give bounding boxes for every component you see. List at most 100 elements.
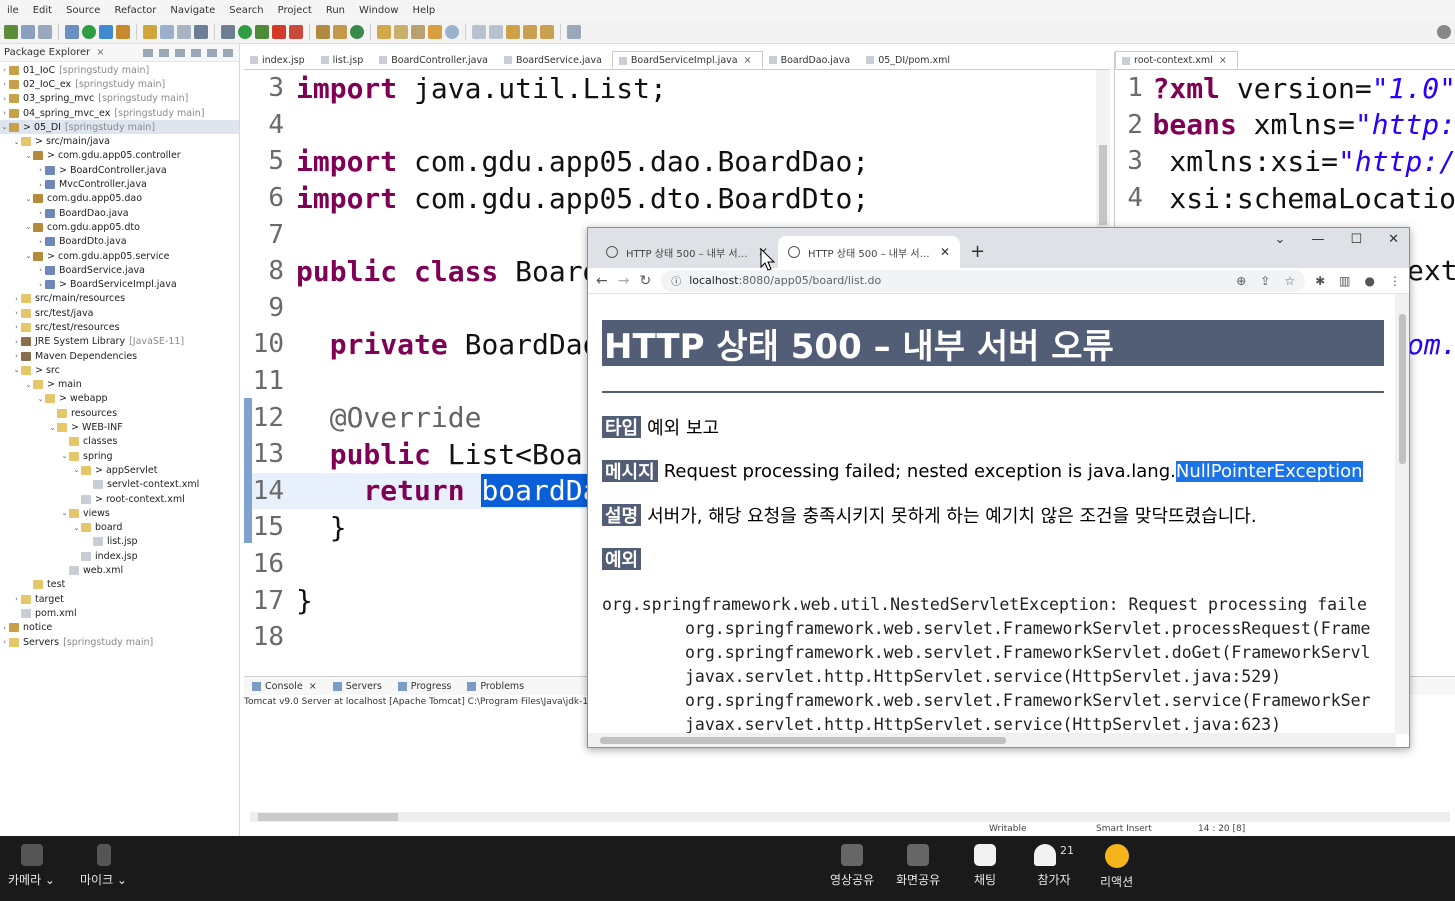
open-resource-icon[interactable] bbox=[428, 24, 442, 39]
tree-item[interactable]: › JRE System Library [JavaSE-11] bbox=[0, 335, 239, 349]
expand-arrow-icon[interactable]: › bbox=[0, 80, 9, 88]
expand-arrow-icon[interactable]: › bbox=[12, 295, 21, 303]
minimize-icon[interactable]: — bbox=[1311, 232, 1324, 247]
tab-root-context[interactable]: root-context.xml × bbox=[1115, 51, 1238, 69]
restart-icon[interactable] bbox=[99, 24, 113, 39]
package-explorer-title[interactable]: Package Explorer bbox=[4, 47, 90, 58]
tree-item[interactable]: web.xml bbox=[0, 563, 239, 577]
tree-item[interactable]: test bbox=[0, 578, 239, 592]
tab-search-icon[interactable]: ⌄ bbox=[1275, 232, 1286, 247]
editor-tab[interactable]: list.jsp bbox=[315, 51, 374, 69]
forward-arrow-icon[interactable]: → bbox=[618, 273, 630, 289]
show-whitespace-icon[interactable] bbox=[194, 24, 208, 39]
expand-arrow-icon[interactable]: ⌄ bbox=[24, 152, 33, 160]
side-panel-icon[interactable]: ▥ bbox=[1339, 274, 1350, 288]
close-icon[interactable]: × bbox=[309, 681, 317, 692]
tree-item[interactable]: ⌄ board bbox=[0, 521, 239, 535]
tree-item[interactable]: › > BoardServiceImpl.java bbox=[0, 277, 239, 291]
site-info-icon[interactable]: ⓘ bbox=[671, 273, 681, 288]
block-select-icon[interactable] bbox=[160, 24, 174, 39]
tree-item[interactable]: › target bbox=[0, 592, 239, 606]
expand-arrow-icon[interactable]: › bbox=[36, 281, 45, 289]
tree-item[interactable]: ⌄ > com.gdu.app05.controller bbox=[0, 149, 239, 163]
open-task-icon[interactable] bbox=[394, 24, 408, 39]
tree-item[interactable]: ⌄ > com.gdu.app05.service bbox=[0, 249, 239, 263]
menu-item[interactable]: Search bbox=[222, 5, 270, 16]
expand-arrow-icon[interactable]: › bbox=[12, 595, 21, 603]
console-tab[interactable]: Progress bbox=[390, 681, 460, 692]
close-icon[interactable]: × bbox=[96, 47, 104, 58]
expand-arrow-icon[interactable]: ⌄ bbox=[24, 195, 33, 203]
tree-item[interactable]: ⌄ > webapp bbox=[0, 392, 239, 406]
close-tab-icon[interactable]: ✕ bbox=[940, 245, 950, 259]
debug-icon[interactable] bbox=[221, 24, 235, 39]
tree-item[interactable]: ⌄ > src bbox=[0, 363, 239, 377]
screen-share-button[interactable]: 화면공유 bbox=[896, 844, 940, 888]
run-icon[interactable] bbox=[238, 24, 252, 39]
new-tab-button[interactable]: + bbox=[960, 241, 995, 268]
minimize-icon[interactable] bbox=[207, 48, 217, 57]
expand-arrow-icon[interactable]: › bbox=[12, 352, 21, 360]
tree-item[interactable]: › Servers [springstudy main] bbox=[0, 635, 239, 649]
collapse-all-icon[interactable] bbox=[143, 48, 153, 57]
menu-item[interactable]: Help bbox=[405, 5, 442, 16]
tree-item[interactable]: › src/main/resources bbox=[0, 292, 239, 306]
expand-arrow-icon[interactable]: › bbox=[0, 109, 9, 117]
new-icon[interactable] bbox=[4, 24, 18, 39]
menu-item[interactable]: Edit bbox=[26, 5, 59, 16]
console-tab[interactable]: Console × bbox=[244, 681, 325, 692]
publish-icon[interactable] bbox=[116, 24, 130, 39]
maximize-icon[interactable] bbox=[223, 48, 233, 57]
tree-item[interactable]: list.jsp bbox=[0, 535, 239, 549]
console-horizontal-scrollbar[interactable] bbox=[250, 812, 1450, 822]
page-vertical-scrollbar[interactable] bbox=[1395, 294, 1409, 734]
expand-arrow-icon[interactable]: ⌄ bbox=[72, 524, 81, 532]
next-annotation-icon[interactable] bbox=[472, 24, 486, 39]
address-bar[interactable]: ⓘ localhost:8080/app05/board/list.do ⊕ ⇪… bbox=[661, 269, 1306, 292]
editor-tab[interactable]: index.jsp bbox=[244, 51, 315, 69]
expand-arrow-icon[interactable]: ⌄ bbox=[0, 123, 9, 131]
new-server-icon[interactable] bbox=[350, 24, 364, 39]
tree-item[interactable]: servlet-context.xml bbox=[0, 478, 239, 492]
mic-button[interactable]: 마이크 ⌄ bbox=[80, 844, 127, 888]
expand-arrow-icon[interactable]: ⌄ bbox=[48, 424, 57, 432]
page-horizontal-scrollbar[interactable] bbox=[588, 733, 1396, 747]
expand-arrow-icon[interactable]: › bbox=[12, 338, 21, 346]
expand-arrow-icon[interactable]: › bbox=[36, 238, 45, 246]
editor-tab[interactable]: 05_DI/pom.xml bbox=[860, 51, 960, 69]
tree-item[interactable]: › src/test/java bbox=[0, 306, 239, 320]
editor-tab[interactable]: BoardController.java bbox=[373, 51, 498, 69]
tree-item[interactable]: ⌄ com.gdu.app05.dto bbox=[0, 220, 239, 234]
search-icon[interactable] bbox=[1437, 24, 1451, 39]
expand-arrow-icon[interactable]: ⌄ bbox=[24, 252, 33, 260]
filter-icon[interactable] bbox=[175, 48, 185, 57]
tree-item[interactable]: › 01_IoC [springstudy main] bbox=[0, 63, 239, 77]
reaction-button[interactable]: 리액션 bbox=[1100, 844, 1133, 890]
tree-item[interactable]: › src/test/resources bbox=[0, 320, 239, 334]
tree-item[interactable]: › > BoardController.java bbox=[0, 163, 239, 177]
expand-arrow-icon[interactable]: › bbox=[12, 323, 21, 331]
new-package-icon[interactable] bbox=[316, 24, 330, 39]
participants-button[interactable]: 21 참가자 bbox=[1034, 844, 1074, 888]
tree-item[interactable]: > root-context.xml bbox=[0, 492, 239, 506]
tree-item[interactable]: ⌄ > 05_DI [springstudy main] bbox=[0, 120, 239, 135]
external-tools-icon[interactable] bbox=[289, 24, 303, 39]
maximize-icon[interactable]: ☐ bbox=[1350, 232, 1362, 247]
search-tool-icon[interactable] bbox=[411, 24, 425, 39]
expand-arrow-icon[interactable]: ⌄ bbox=[36, 395, 45, 403]
expand-arrow-icon[interactable]: ⌄ bbox=[24, 381, 33, 389]
last-edit-icon[interactable] bbox=[506, 24, 520, 39]
save-all-icon[interactable] bbox=[38, 24, 52, 39]
start-server-icon[interactable] bbox=[82, 24, 96, 39]
chat-button[interactable]: 채팅 bbox=[974, 844, 996, 888]
tree-item[interactable]: pom.xml bbox=[0, 606, 239, 620]
browser-tab-2[interactable]: HTTP 상태 500 – 내부 서버 오류 ✕ bbox=[778, 236, 960, 268]
save-icon[interactable] bbox=[21, 24, 35, 39]
video-share-button[interactable]: 영상공유 bbox=[830, 844, 874, 888]
close-icon[interactable]: × bbox=[1219, 55, 1227, 66]
tree-item[interactable]: › BoardDto.java bbox=[0, 235, 239, 249]
editor-tab[interactable]: BoardDao.java bbox=[763, 51, 861, 69]
expand-arrow-icon[interactable]: › bbox=[36, 209, 45, 217]
tree-item[interactable]: ⌄ com.gdu.app05.dao bbox=[0, 192, 239, 206]
expand-arrow-icon[interactable]: ⌄ bbox=[12, 366, 21, 374]
